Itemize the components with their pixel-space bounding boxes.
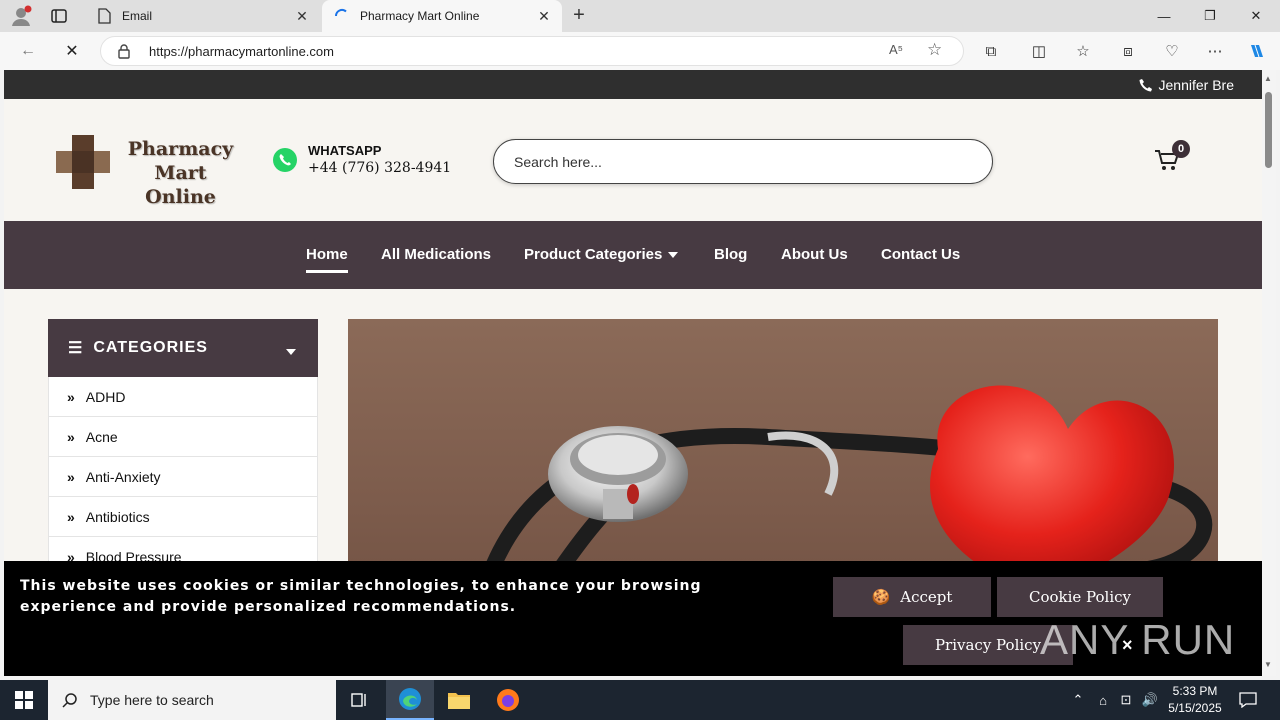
categories-panel: ☰ CATEGORIES » ADHD » Acne » Anti-Anxiety »… (48, 319, 318, 577)
edge-browser-icon[interactable] (386, 680, 434, 720)
browser-tab-bar: Email ✕ Pharmacy Mart Online ✕ + — ❐ ✕ (0, 0, 1280, 32)
loading-spinner-icon (334, 8, 350, 24)
more-menu-icon[interactable]: ⋯ (1205, 41, 1225, 61)
close-window-button[interactable]: ✕ (1233, 0, 1279, 32)
scroll-up-icon[interactable]: ▲ (1264, 74, 1272, 83)
nav-about-us[interactable]: About Us (781, 246, 848, 263)
task-view-icon[interactable] (336, 680, 384, 720)
anyrun-watermark: ANY RUN (1040, 616, 1236, 663)
read-aloud-icon[interactable]: A⁵ (889, 42, 903, 57)
lock-icon[interactable] (117, 43, 133, 59)
browser-essentials-icon[interactable]: ♡ (1162, 41, 1182, 61)
nav-contact-us[interactable]: Contact Us (881, 246, 960, 263)
top-strip: Jennifer Bre (4, 70, 1262, 99)
close-tab-icon[interactable]: ✕ (534, 6, 554, 26)
close-tab-icon[interactable]: ✕ (292, 6, 312, 26)
favorite-star-icon[interactable]: ☆ (927, 40, 942, 60)
site-search-input[interactable] (493, 139, 993, 184)
main-navigation: Home All Medications Product Categories … (4, 221, 1262, 289)
tab-email[interactable]: Email ✕ (84, 0, 320, 32)
file-explorer-icon[interactable] (435, 680, 483, 720)
url-text[interactable]: https://pharmacymartonline.com (149, 44, 334, 59)
category-item[interactable]: » ADHD (48, 377, 318, 417)
chevron-down-icon (668, 252, 679, 259)
categories-header[interactable]: ☰ CATEGORIES (48, 319, 318, 377)
nav-product-categories[interactable]: Product Categories (524, 246, 679, 263)
back-arrow-icon[interactable]: ← (17, 40, 39, 62)
nav-home[interactable]: Home (306, 246, 348, 273)
cart-button[interactable]: 0 (1154, 140, 1190, 174)
site-header: Pharmacy Mart Online WHATSAPP +44 (776) … (4, 99, 1262, 221)
copilot-icon[interactable] (1247, 41, 1267, 61)
nav-blog[interactable]: Blog (714, 246, 747, 263)
split-screen-icon[interactable]: ◫ (1029, 41, 1049, 61)
category-item[interactable]: » Acne (48, 417, 318, 457)
cross-logo-icon (56, 135, 110, 189)
collections-icon[interactable]: ⧈ (1118, 41, 1138, 61)
top-user[interactable]: Jennifer Bre (1139, 77, 1234, 93)
notifications-icon[interactable] (1236, 680, 1260, 720)
taskbar-search[interactable]: Type here to search (48, 680, 336, 720)
phone-icon (1139, 79, 1152, 92)
start-button[interactable] (0, 680, 48, 720)
browser-toolbar: ← ✕ https://pharmacymartonline.com A⁵ ☆ … (0, 32, 1280, 70)
extensions-icon[interactable]: ⧉ (981, 41, 1001, 61)
tab-pharmacy-mart[interactable]: Pharmacy Mart Online ✕ (322, 0, 562, 32)
cookie-message: This website uses cookies or similar tec… (20, 578, 702, 615)
new-tab-button[interactable]: + (568, 5, 590, 27)
document-icon (96, 8, 112, 24)
whatsapp-contact[interactable]: WHATSAPP +44 (776) 328-4941 (272, 143, 451, 177)
double-chevron-icon: » (67, 508, 75, 525)
top-user-name: Jennifer Bre (1158, 77, 1234, 93)
hamburger-icon: ☰ (68, 340, 84, 357)
volume-icon[interactable]: 🔊 (1140, 680, 1160, 720)
category-item[interactable]: » Anti-Anxiety (48, 457, 318, 497)
stop-loading-icon[interactable]: ✕ (61, 40, 83, 62)
tab-title: Email (122, 9, 153, 23)
taskbar-app-icon[interactable]: ⌂ (1094, 680, 1112, 720)
address-bar[interactable]: https://pharmacymartonline.com A⁵ ☆ (100, 36, 964, 66)
favorites-icon[interactable]: ☆ (1073, 41, 1093, 61)
show-hidden-icons[interactable]: ⌃ (1068, 680, 1088, 720)
system-clock[interactable]: 5:33 PM 5/15/2025 (1160, 683, 1230, 717)
whatsapp-label: WHATSAPP (308, 143, 382, 158)
nav-all-medications[interactable]: All Medications (381, 246, 491, 263)
minimize-button[interactable]: — (1141, 0, 1187, 32)
tab-title: Pharmacy Mart Online (360, 9, 480, 23)
scroll-down-icon[interactable]: ▼ (1264, 660, 1272, 669)
double-chevron-icon: » (67, 468, 75, 485)
network-icon[interactable]: ⊡ (1116, 680, 1136, 720)
categories-title: CATEGORIES (93, 339, 208, 356)
whatsapp-phone[interactable]: +44 (776) 328-4941 (308, 159, 451, 177)
category-item[interactable]: » Antibiotics (48, 497, 318, 537)
logo-text: Pharmacy Mart Online (127, 138, 234, 208)
taskbar-search-placeholder: Type here to search (90, 692, 214, 708)
profile-icon[interactable] (8, 5, 34, 27)
firefox-icon[interactable] (484, 680, 532, 720)
whatsapp-icon (273, 148, 297, 172)
double-chevron-icon: » (67, 428, 75, 445)
cookie-icon: 🍪 (871, 588, 891, 606)
accept-cookies-button[interactable]: 🍪 Accept (833, 577, 991, 617)
windows-taskbar: Type here to search ⌃ ⌂ ⊡ 🔊 5:33 PM 5/15… (0, 680, 1280, 720)
cart-count-badge: 0 (1172, 140, 1190, 158)
page-scrollbar[interactable]: ▲ ▼ (1262, 70, 1276, 676)
windows-logo-icon (15, 691, 33, 709)
site-logo[interactable]: Pharmacy Mart Online (54, 133, 244, 208)
search-icon (62, 693, 77, 708)
double-chevron-icon: » (67, 388, 75, 405)
tab-actions-icon[interactable] (50, 7, 68, 25)
scroll-thumb[interactable] (1265, 92, 1272, 168)
restore-button[interactable]: ❐ (1187, 0, 1233, 32)
chevron-down-icon (286, 349, 296, 355)
cookie-policy-button[interactable]: Cookie Policy (997, 577, 1163, 617)
